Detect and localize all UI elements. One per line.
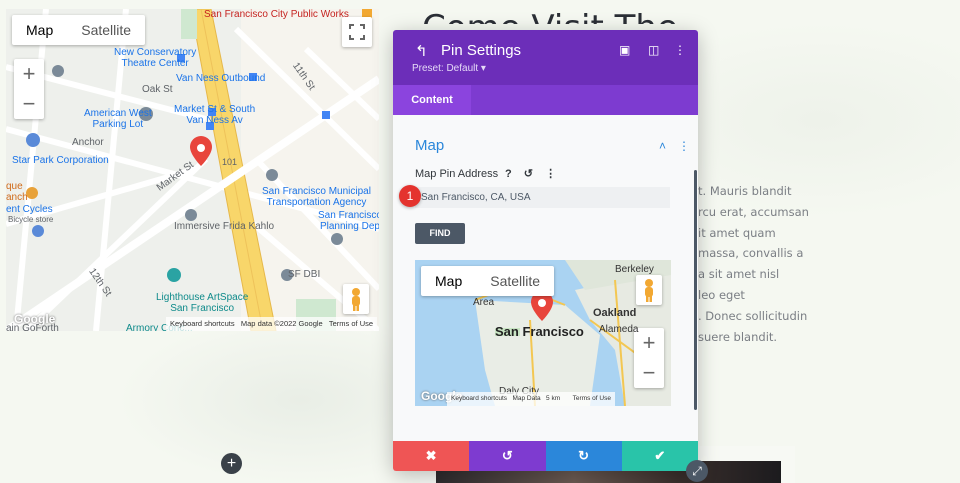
add-module-button[interactable]: + — [221, 453, 242, 474]
pin-location-map[interactable]: Map Satellite + − Berkeley Area Oakland … — [415, 260, 671, 406]
panel-body: Map ˄ ⋮ Map Pin Address ? ↺ ⋮ 1 FIND — [393, 115, 698, 441]
body-line: massa, convallis a — [698, 246, 804, 261]
field-controls: ? ↺ ⋮ — [505, 167, 565, 180]
panel-scrollbar[interactable] — [694, 170, 697, 410]
sidebar-toggle-icon[interactable]: ◫ — [648, 43, 659, 57]
focus-icon[interactable]: ▣ — [619, 43, 630, 57]
fullscreen-button[interactable] — [342, 17, 372, 47]
fullscreen-icon — [349, 24, 365, 40]
map-type-map-button[interactable]: Map — [12, 15, 67, 45]
map-label: 101 — [222, 157, 238, 167]
map-type-control: Map Satellite — [12, 15, 146, 45]
terms-link[interactable]: Terms of Use — [329, 319, 373, 328]
redo-button[interactable]: ↻ — [545, 441, 622, 471]
map-label: San Francisco Planning Dep — [318, 210, 379, 232]
pegman-icon — [352, 288, 360, 311]
map-label: Anchor — [72, 137, 104, 148]
mini-map-type-map-button[interactable]: Map — [421, 266, 476, 296]
zoom-in-button[interactable]: + — [14, 59, 44, 89]
scale-text: 5 km — [546, 395, 561, 402]
map-label: Area — [473, 297, 495, 308]
cancel-button[interactable]: ✖ — [393, 441, 470, 471]
body-line: rcu erat, accumsan — [698, 204, 809, 219]
field-more-icon[interactable]: ⋮ — [545, 168, 556, 180]
map-label: New Conservatory Theatre Center — [114, 47, 197, 69]
collapse-chevron-icon[interactable]: ˄ — [659, 139, 666, 153]
panel-more-icon[interactable]: ⋮ — [674, 43, 686, 57]
section-title-map[interactable]: Map — [415, 137, 444, 154]
map-pin-address-input[interactable] — [415, 187, 670, 208]
map-module-preview[interactable]: Map Satellite + − San Francisco City Pub… — [6, 9, 379, 331]
map-label: Immersive Frida Kahlo — [174, 221, 275, 232]
map-label: San Francisco Municipal Transportation A… — [262, 186, 371, 208]
map-type-satellite-button[interactable]: Satellite — [67, 15, 145, 45]
map-pin-address-label: Map Pin Address — [415, 168, 499, 180]
mini-zoom-control: + − — [634, 328, 664, 388]
keyboard-shortcuts-link[interactable]: Keyboard shortcuts — [170, 319, 235, 328]
step-badge: 1 — [399, 185, 421, 207]
map-label: Bicycle store — [8, 215, 54, 224]
panel-footer: ✖ ↺ ↻ ✔ — [393, 441, 698, 471]
preset-selector[interactable]: Preset: Default ▾ — [412, 63, 486, 74]
map-label: San Francisco City Public Works — [204, 9, 349, 20]
back-arrow-icon[interactable]: ↰ — [415, 42, 428, 60]
mini-map-type-control: Map Satellite — [421, 266, 555, 296]
map-label: Berkeley — [615, 264, 654, 275]
body-text: t. Mauris blandit rcu erat, accumsan it … — [698, 181, 958, 347]
tab-content[interactable]: Content — [393, 85, 471, 115]
map-label: Van Ness Outbound — [176, 73, 266, 84]
mini-zoom-out-button[interactable]: − — [634, 358, 664, 388]
help-icon[interactable]: ? — [505, 168, 512, 180]
map-label: Star Park Corporation — [12, 155, 109, 166]
map-label: Oakland — [593, 307, 637, 319]
map-label: Oak St — [142, 84, 173, 95]
body-line: a sit amet nisl — [698, 267, 780, 282]
google-logo: Google — [14, 312, 56, 326]
body-line: it amet quam — [698, 225, 776, 240]
map-label: American West Parking Lot — [84, 108, 152, 130]
body-line: t. Mauris blandit — [698, 184, 792, 198]
street-view-pegman[interactable] — [343, 284, 369, 314]
map-data-text: Map Data — [512, 395, 541, 402]
map-data-text: Map data ©2022 Google — [240, 319, 323, 328]
zoom-out-button[interactable]: − — [14, 89, 44, 119]
body-line: suere blandit. — [698, 329, 778, 344]
keyboard-shortcuts-link[interactable]: Keyboard shortcuts — [451, 395, 507, 402]
pin-settings-panel: ↰ Pin Settings Preset: Default ▾ ▣ ◫ ⋮ C… — [393, 30, 698, 471]
mini-map-type-satellite-button[interactable]: Satellite — [476, 266, 554, 296]
find-button[interactable]: FIND — [415, 223, 465, 244]
terms-link[interactable]: Terms of Use — [573, 395, 611, 402]
panel-title: Pin Settings — [441, 42, 522, 59]
map-label: SF DBI — [288, 269, 321, 280]
zoom-control: + − — [14, 59, 44, 119]
section-more-icon[interactable]: ⋮ — [678, 139, 690, 153]
body-line: leo eget — [698, 287, 745, 302]
panel-header: ↰ Pin Settings Preset: Default ▾ ▣ ◫ ⋮ — [393, 30, 698, 85]
resize-handle-icon[interactable]: ⤢ — [686, 460, 708, 482]
map-label: Alameda — [599, 324, 639, 335]
map-attribution: Keyboard shortcuts Map data ©2022 Google… — [166, 317, 378, 331]
mini-zoom-in-button[interactable]: + — [634, 328, 664, 358]
body-line: . Donec sollicitudin — [698, 308, 808, 323]
undo-button[interactable]: ↺ — [469, 441, 546, 471]
mini-street-view-pegman[interactable] — [636, 275, 662, 305]
map-label: que anch — [6, 181, 28, 203]
map-label: Lighthouse ArtSpace San Francisco — [156, 292, 249, 314]
reset-icon[interactable]: ↺ — [524, 168, 533, 180]
pegman-icon — [645, 279, 653, 302]
mini-map-attribution: Keyboard shortcuts Map Data 5 km Terms o… — [447, 392, 615, 406]
panel-tabs: Content — [393, 85, 698, 115]
map-label: San Francisco — [495, 324, 584, 339]
map-label: Market St & South Van Ness Av — [174, 104, 256, 126]
